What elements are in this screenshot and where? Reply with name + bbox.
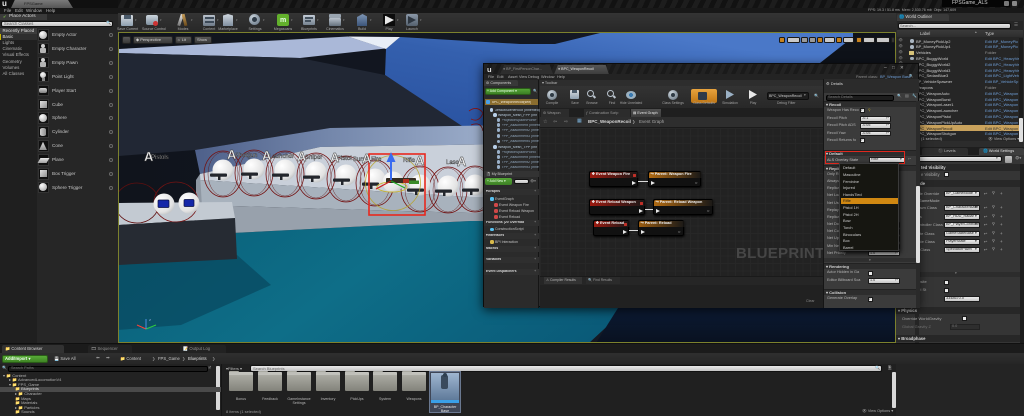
svg-text:A: A: [457, 154, 467, 169]
svg-text:A: A: [227, 147, 237, 162]
svg-text:Sniper: Sniper: [305, 155, 322, 161]
svg-text:Fire: Fire: [371, 157, 382, 163]
svg-text:A: A: [297, 149, 307, 164]
svg-text:A: A: [330, 150, 340, 165]
svg-text:A: A: [144, 149, 154, 164]
svg-text:Pistols: Pistols: [151, 155, 169, 161]
svg-text:Launcher: Launcher: [269, 154, 294, 160]
svg-text:A: A: [415, 153, 425, 168]
svg-text:A: A: [362, 151, 372, 166]
svg-text:Rifle: Rifle: [403, 158, 416, 164]
svg-text:z: z: [149, 317, 151, 322]
svg-text:A: A: [262, 148, 272, 163]
svg-text:Shotgun: Shotgun: [235, 153, 257, 159]
